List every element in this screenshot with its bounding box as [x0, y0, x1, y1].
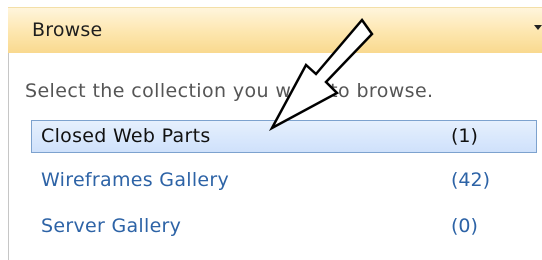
instruction-text: Select the collection you want to browse… [25, 80, 434, 102]
panel-header[interactable]: Browse [8, 7, 542, 54]
gallery-item-label: Server Gallery [41, 215, 182, 237]
gallery-item-wireframes-gallery[interactable]: Wireframes Gallery (42) [31, 164, 537, 197]
gallery-item-closed-web-parts[interactable]: Closed Web Parts (1) [31, 120, 537, 153]
gallery-item-count: (42) [451, 169, 491, 191]
panel-body: Select the collection you want to browse… [8, 53, 542, 260]
gallery-item-server-gallery[interactable]: Server Gallery (0) [31, 210, 537, 243]
gallery-item-label: Closed Web Parts [41, 125, 211, 147]
browse-panel: Browse Select the collection you want to… [8, 0, 542, 260]
gallery-item-count: (0) [451, 215, 478, 237]
panel-title: Browse [32, 19, 103, 41]
gallery-item-count: (1) [451, 125, 478, 147]
gallery-item-label: Wireframes Gallery [41, 169, 230, 191]
chevron-down-icon[interactable] [534, 25, 542, 30]
